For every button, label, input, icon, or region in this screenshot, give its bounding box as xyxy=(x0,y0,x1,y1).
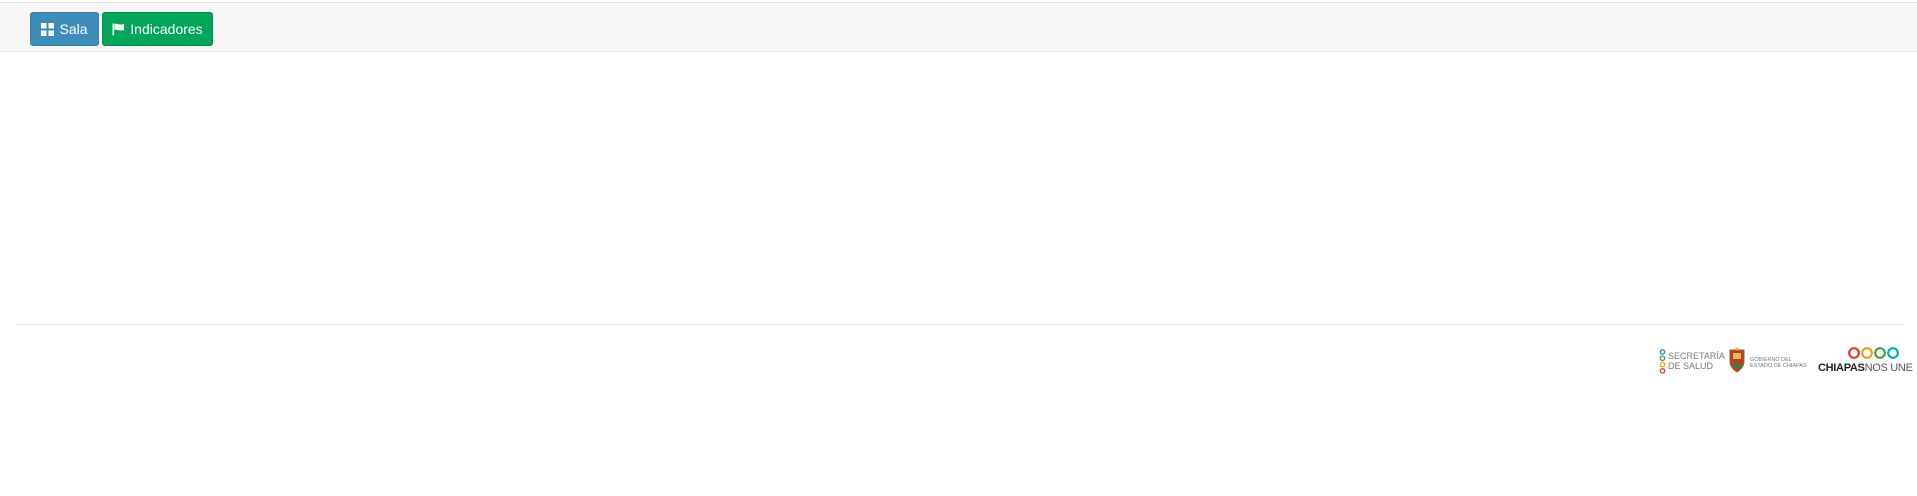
sala-button[interactable]: Sala xyxy=(30,12,99,46)
indicadores-button[interactable]: Indicadores xyxy=(102,12,213,46)
indicadores-button-label: Indicadores xyxy=(130,21,203,37)
de-salud-text: DE SALUD xyxy=(1668,361,1714,371)
footer-divider xyxy=(16,324,1904,325)
flag-icon xyxy=(112,23,125,36)
grid-icon xyxy=(41,22,55,36)
nos-une-text: NOS UNE xyxy=(1864,362,1913,374)
secretaria-text: SECRETARÍA xyxy=(1668,351,1725,361)
salud-dots-icon xyxy=(1659,349,1666,374)
chiapas-text: CHIAPAS xyxy=(1818,362,1865,374)
footer-logos: SECRETARÍA DE SALUD GOBIERNO DEL ESTADO … xyxy=(1656,344,1913,376)
secretaria-salud-logo: SECRETARÍA DE SALUD xyxy=(1656,346,1725,374)
gobierno-line2-text: ESTADO DE CHIAPAS xyxy=(1750,363,1807,369)
colored-rings-icon xyxy=(1848,347,1899,359)
top-toolbar: Sala Indicadores xyxy=(0,2,1917,52)
coat-of-arms-icon xyxy=(1729,347,1745,373)
sala-button-label: Sala xyxy=(59,21,88,37)
gobierno-chiapas-logo: GOBIERNO DEL ESTADO DE CHIAPAS xyxy=(1728,346,1814,374)
chiapas-nos-une-logo: CHIAPASNOS UNE xyxy=(1818,344,1913,376)
